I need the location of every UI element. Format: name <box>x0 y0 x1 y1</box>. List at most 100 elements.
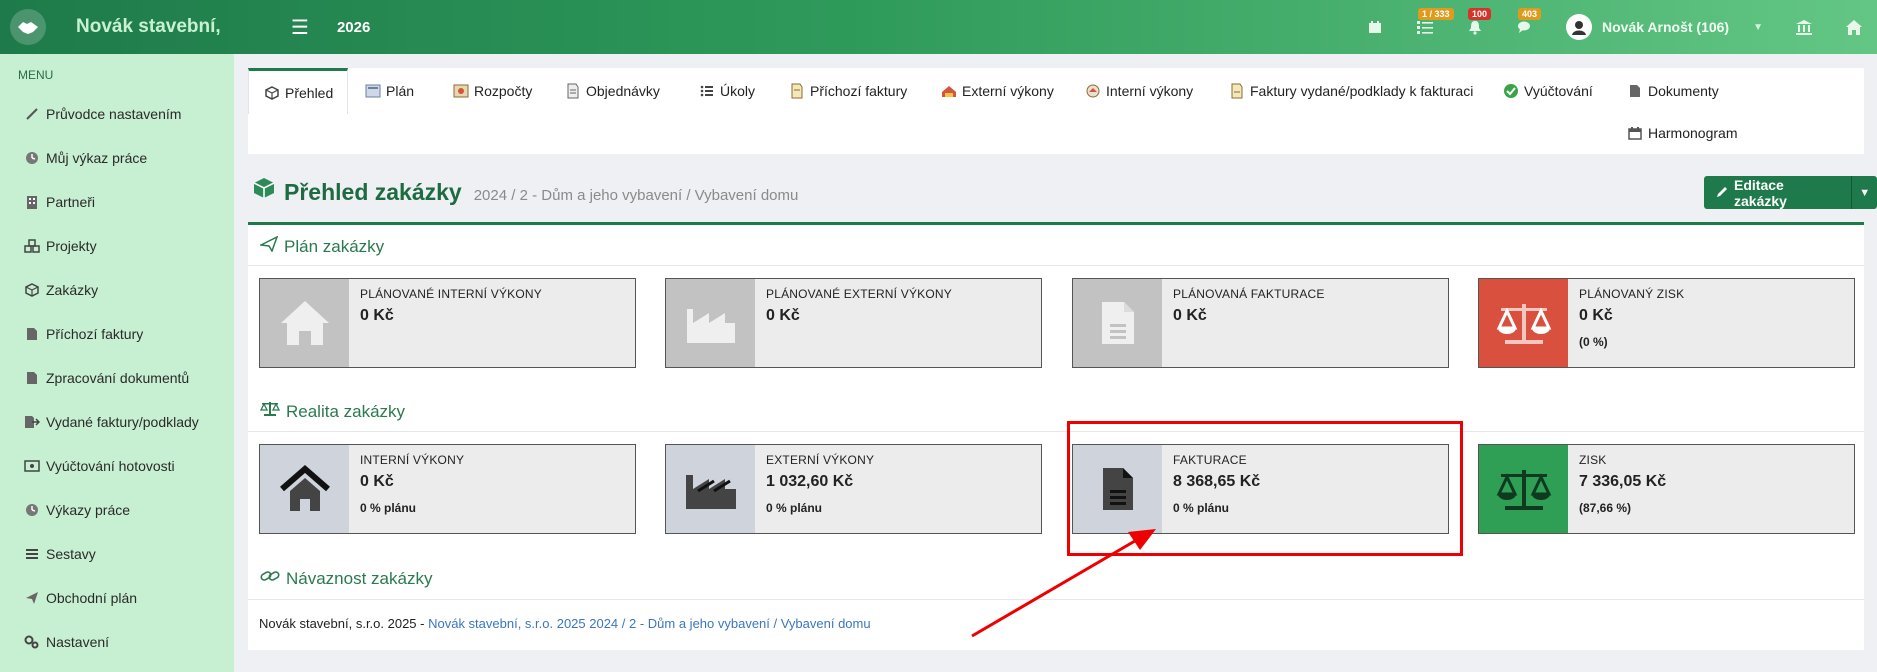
calculator-icon <box>364 82 382 100</box>
section-plan-heading: Plán zakázky <box>258 235 384 257</box>
avatar-icon <box>1566 14 1593 40</box>
sidebar-item-label: Průvodce nastavením <box>46 106 182 122</box>
page-subtitle: 2024 / 2 - Dům a jeho vybavení / Vybaven… <box>473 187 799 204</box>
document-icon <box>24 326 40 342</box>
tab-label: Interní výkony <box>1106 83 1194 99</box>
card-label: INTERNÍ VÝKONY <box>360 453 465 467</box>
bell-icon[interactable]: 100 <box>1466 8 1492 36</box>
sidebar-item-vykazy-prace[interactable]: Výkazy práce <box>0 488 234 532</box>
sidebar-item-prichozi-faktury[interactable]: Příchozí faktury <box>0 312 234 356</box>
bank-icon[interactable] <box>1795 18 1813 36</box>
card-value: 7 336,05 Kč <box>1579 473 1667 490</box>
document-icon <box>1073 279 1162 367</box>
brand-name[interactable]: Novák stavební, <box>76 16 236 38</box>
edit-order-button[interactable]: Editace zakázky <box>1704 176 1852 209</box>
card-planned-invoicing: PLÁNOVANÁ FAKTURACE 0 Kč <box>1072 278 1449 368</box>
tab-harmonogram[interactable]: Harmonogram <box>1626 111 1737 155</box>
card-sub: (0 %) <box>1579 335 1608 349</box>
order-icon <box>564 82 582 100</box>
budget-icon <box>452 82 470 100</box>
divider <box>248 599 1864 600</box>
sidebar-item-partneri[interactable]: Partneři <box>0 180 234 224</box>
card-value: 0 Kč <box>766 307 800 324</box>
sidebar-item-zakazky[interactable]: Zakázky <box>0 268 234 312</box>
overview-panel: Plán zakázky PLÁNOVANÉ INTERNÍ VÝKONY 0 … <box>248 222 1864 650</box>
issued-invoice-icon <box>1228 82 1246 100</box>
card-planned-internal: PLÁNOVANÉ INTERNÍ VÝKONY 0 Kč <box>259 278 636 368</box>
tab-faktury-vydane[interactable]: Faktury vydané/podklady k fakturaci <box>1228 69 1473 113</box>
calendar-icon[interactable] <box>1366 18 1384 36</box>
home-icon[interactable] <box>1845 18 1863 36</box>
factory-icon <box>666 279 755 367</box>
building-icon <box>24 194 40 210</box>
tab-prichozi-faktury[interactable]: Příchozí faktury <box>788 69 907 113</box>
sidebar-item-label: Výkazy práce <box>46 502 131 518</box>
tab-vyuctovani[interactable]: Vyúčtování <box>1502 69 1593 113</box>
sidebar-item-pruvodce[interactable]: Průvodce nastavením <box>0 92 234 136</box>
card-value: 0 Kč <box>360 473 394 490</box>
document-icon <box>24 370 40 386</box>
sidebar-item-label: Projekty <box>46 238 97 254</box>
divider <box>248 265 1864 266</box>
sidebar-item-projekty[interactable]: Projekty <box>0 224 234 268</box>
sidebar-item-sestavy[interactable]: Sestavy <box>0 532 234 576</box>
sidebar-item-obchodni-plan[interactable]: Obchodní plán <box>0 576 234 620</box>
tab-plan[interactable]: Plán <box>364 69 414 113</box>
internal-work-icon <box>1084 82 1102 100</box>
top-bar: Novák stavební, ☰ 2026 1 / 333 100 403 N… <box>0 0 1877 54</box>
sidebar-item-label: Vyúčtování hotovosti <box>46 458 175 474</box>
tab-label: Rozpočty <box>474 83 533 99</box>
sidebar-item-label: Vydané faktury/podklady <box>46 414 199 430</box>
card-label: ZISK <box>1579 453 1607 467</box>
messages-badge: 403 <box>1518 8 1542 20</box>
hamburger-menu-icon[interactable]: ☰ <box>291 15 309 40</box>
section-navaznost-heading: Návaznost zakázky <box>260 568 432 589</box>
tab-label: Úkoly <box>720 83 756 99</box>
list-icon <box>24 546 40 562</box>
year-selector[interactable]: 2026 <box>337 19 370 36</box>
wand-icon <box>24 106 40 122</box>
pencil-icon <box>1716 185 1728 201</box>
sidebar-item-label: Zpracování dokumentů <box>46 370 190 386</box>
tasks-icon[interactable]: 1 / 333 <box>1416 8 1454 36</box>
factory-icon <box>666 445 755 533</box>
calendar-icon <box>1626 124 1644 142</box>
card-label: PLÁNOVANÉ EXTERNÍ VÝKONY <box>766 287 952 301</box>
card-value: 0 Kč <box>360 307 394 324</box>
sidebar-item-muj-vykaz[interactable]: Můj výkaz práce <box>0 136 234 180</box>
tab-dokumenty[interactable]: Dokumenty <box>1626 69 1719 113</box>
sidebar-item-vyuctovani-hotovosti[interactable]: Vyúčtování hotovosti <box>0 444 234 488</box>
tab-label: Přehled <box>285 84 334 101</box>
sidebar-item-nastaveni[interactable]: Nastavení <box>0 620 234 664</box>
tab-label: Externí výkony <box>962 83 1054 99</box>
tab-bar: Přehled Plán Rozpočty Objednávky Úkoly P… <box>248 68 1864 154</box>
tab-ukoly[interactable]: Úkoly <box>698 69 755 113</box>
export-icon <box>24 414 40 430</box>
tab-rozpocty[interactable]: Rozpočty <box>452 69 532 113</box>
clock-icon <box>24 150 40 166</box>
tab-objednavky[interactable]: Objednávky <box>564 69 660 113</box>
user-menu[interactable]: Novák Arnošt (106) ▼ <box>1566 14 1763 40</box>
sidebar-item-vydane-faktury[interactable]: Vydané faktury/podklady <box>0 400 234 444</box>
page-title: Přehled zakázky <box>284 179 462 205</box>
card-value: 0 Kč <box>1173 307 1207 324</box>
card-label: PLÁNOVANÉ INTERNÍ VÝKONY <box>360 287 542 301</box>
cube-icon <box>24 282 40 298</box>
handshake-logo-icon[interactable] <box>10 9 46 45</box>
house-icon <box>260 279 349 367</box>
tab-label: Harmonogram <box>1648 125 1738 141</box>
gears-icon <box>24 634 40 650</box>
card-planned-profit: PLÁNOVANÝ ZISK 0 Kč (0 %) <box>1478 278 1855 368</box>
tab-externi-vykony[interactable]: Externí výkony <box>940 69 1054 113</box>
tab-label: Plán <box>386 83 415 99</box>
tab-prehled[interactable]: Přehled <box>248 68 349 114</box>
paper-plane-icon <box>258 235 284 257</box>
sidebar-item-zpracovani-dokumentu[interactable]: Zpracování dokumentů <box>0 356 234 400</box>
comments-icon[interactable]: 403 <box>1516 8 1542 36</box>
linked-order-link[interactable]: Novák stavební, s.r.o. 2025 2024 / 2 - D… <box>428 616 871 631</box>
edit-dropdown-caret-icon[interactable]: ▼ <box>1851 176 1877 209</box>
tab-interni-vykony[interactable]: Interní výkony <box>1084 69 1193 113</box>
card-label: EXTERNÍ VÝKONY <box>766 453 875 467</box>
balance-scale-icon <box>259 401 286 422</box>
paper-plane-icon <box>24 590 40 606</box>
